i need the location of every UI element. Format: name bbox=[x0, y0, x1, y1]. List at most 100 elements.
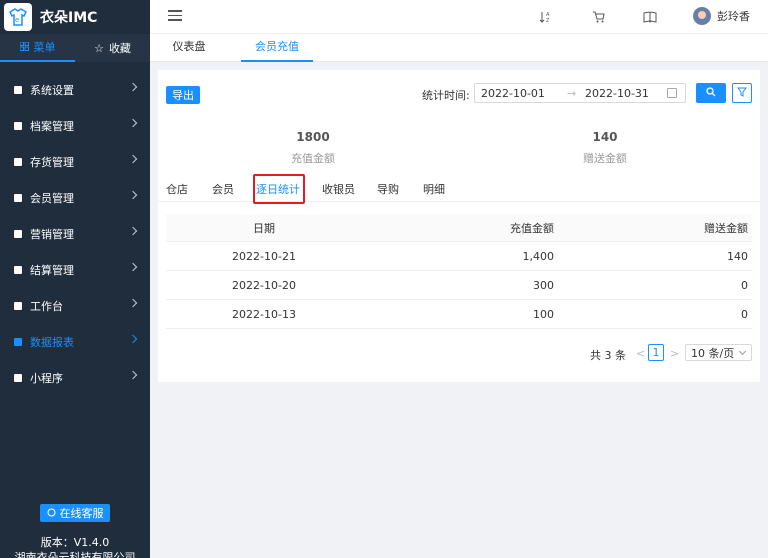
subtab-cashier[interactable]: 收银员 bbox=[322, 181, 355, 197]
online-service-button[interactable]: 在线客服 bbox=[40, 504, 110, 522]
date-range-label: 统计时间: bbox=[422, 89, 470, 102]
marketing-icon bbox=[14, 230, 22, 238]
column-header-date: 日期 bbox=[253, 221, 275, 235]
cell-bonus: 0 bbox=[741, 307, 748, 321]
online-service-label: 在线客服 bbox=[59, 507, 104, 520]
collapse-menu-icon[interactable] bbox=[168, 10, 182, 22]
cell-recharge: 300 bbox=[533, 278, 554, 292]
user-menu[interactable]: 彭玲香 bbox=[693, 7, 750, 25]
cell-date: 2022-10-20 bbox=[232, 278, 296, 292]
stat-recharge: 1800 充值金额 bbox=[238, 130, 388, 166]
tab-label: 仪表盘 bbox=[172, 40, 206, 53]
tab-label: 会员充值 bbox=[255, 40, 299, 53]
member-icon bbox=[14, 194, 22, 202]
sidebar-menu: 系统设置 档案管理 存货管理 会员管理 营销管理 结算管理 工作台 数据报表 小… bbox=[0, 72, 150, 396]
menu-item-label: 会员管理 bbox=[30, 192, 74, 205]
chevron-down-icon bbox=[738, 347, 747, 356]
start-date[interactable]: 2022-10-01 bbox=[481, 87, 545, 100]
workbench-icon bbox=[14, 302, 22, 310]
date-range-picker[interactable]: 2022-10-01 → 2022-10-31 bbox=[474, 83, 686, 103]
daily-stats-table: 日期 充值金额 赠送金额 2022-10-21 1,400 140 2022-1… bbox=[166, 214, 752, 329]
sort-az-icon[interactable]: AZ bbox=[538, 9, 554, 25]
search-icon bbox=[706, 86, 716, 100]
menu-item-archive[interactable]: 档案管理 bbox=[0, 108, 150, 144]
search-button[interactable] bbox=[696, 83, 726, 103]
table-row: 2022-10-21 1,400 140 bbox=[166, 242, 752, 271]
calendar-icon bbox=[667, 88, 677, 98]
tab-dashboard[interactable]: 仪表盘 bbox=[164, 34, 214, 62]
range-arrow-icon: → bbox=[567, 86, 577, 100]
settings-icon bbox=[14, 86, 22, 94]
menu-item-data-reports[interactable]: 数据报表 bbox=[0, 324, 150, 360]
side-tab-favorites[interactable]: ☆ 收藏 bbox=[75, 34, 150, 62]
subtab-detail[interactable]: 明细 bbox=[423, 181, 445, 197]
prev-page-button[interactable]: < bbox=[636, 347, 645, 360]
table-row: 2022-10-20 300 0 bbox=[166, 271, 752, 300]
star-icon: ☆ bbox=[94, 41, 104, 55]
tab-member-recharge[interactable]: 会员充值 bbox=[241, 34, 313, 62]
chevron-right-icon bbox=[128, 370, 138, 380]
report-subtabs: 仓店 会员 逐日统计 收银员 导购 明细 bbox=[158, 178, 760, 202]
filter-button[interactable] bbox=[732, 83, 752, 103]
stat-label: 赠送金额 bbox=[583, 152, 627, 165]
menu-item-label: 小程序 bbox=[30, 372, 63, 385]
stat-label: 充值金额 bbox=[291, 152, 335, 165]
cell-recharge: 1,400 bbox=[522, 249, 555, 263]
top-header: AZ 彭玲香 bbox=[150, 0, 768, 34]
page-tabs: 仪表盘 会员充值 bbox=[150, 34, 768, 62]
brand-name: 衣朵IMC bbox=[40, 10, 98, 26]
menu-item-marketing[interactable]: 营销管理 bbox=[0, 216, 150, 252]
subtab-guide[interactable]: 导购 bbox=[377, 181, 399, 197]
chevron-right-icon bbox=[128, 190, 138, 200]
menu-item-mini-program[interactable]: 小程序 bbox=[0, 360, 150, 396]
report-icon bbox=[14, 338, 22, 346]
subtab-store[interactable]: 仓店 bbox=[166, 181, 188, 197]
user-name: 彭玲香 bbox=[717, 10, 750, 23]
inventory-icon bbox=[14, 158, 22, 166]
cart-icon[interactable] bbox=[591, 9, 607, 25]
logo-icon: e bbox=[4, 3, 32, 31]
settlement-icon bbox=[14, 266, 22, 274]
cell-date: 2022-10-13 bbox=[232, 307, 296, 321]
stat-value: 140 bbox=[592, 130, 618, 144]
menu-item-inventory[interactable]: 存货管理 bbox=[0, 144, 150, 180]
cell-recharge: 100 bbox=[533, 307, 554, 321]
chevron-right-icon bbox=[128, 226, 138, 236]
grid-icon bbox=[19, 41, 29, 54]
page-size-select[interactable]: 10 条/页 bbox=[685, 344, 752, 361]
svg-text:Z: Z bbox=[546, 18, 550, 24]
side-tab-menu[interactable]: 菜单 bbox=[0, 34, 75, 62]
sidebar: e 衣朵IMC 菜单 ☆ 收藏 系统设置 档案管理 存货管理 会员管理 营销管理… bbox=[0, 0, 150, 558]
menu-item-label: 系统设置 bbox=[30, 84, 74, 97]
menu-item-label: 工作台 bbox=[30, 300, 63, 313]
next-page-button[interactable]: > bbox=[670, 347, 679, 360]
menu-item-workbench[interactable]: 工作台 bbox=[0, 288, 150, 324]
pagination-total: 共 3 条 bbox=[590, 349, 626, 362]
cell-bonus: 0 bbox=[741, 278, 748, 292]
side-tab-label: 菜单 bbox=[33, 41, 56, 54]
end-date[interactable]: 2022-10-31 bbox=[585, 87, 649, 100]
book-icon[interactable] bbox=[642, 9, 658, 25]
stat-bonus: 140 赠送金额 bbox=[530, 130, 680, 166]
subtab-member[interactable]: 会员 bbox=[212, 181, 234, 197]
menu-item-label: 档案管理 bbox=[30, 120, 74, 133]
menu-item-label: 营销管理 bbox=[30, 228, 74, 241]
chevron-right-icon bbox=[128, 82, 138, 92]
export-button[interactable]: 导出 bbox=[166, 86, 200, 104]
menu-item-label: 存货管理 bbox=[30, 156, 74, 169]
menu-item-members[interactable]: 会员管理 bbox=[0, 180, 150, 216]
menu-item-label: 结算管理 bbox=[30, 264, 74, 277]
column-header-recharge: 充值金额 bbox=[510, 221, 554, 235]
menu-item-system-settings[interactable]: 系统设置 bbox=[0, 72, 150, 108]
svg-text:e: e bbox=[15, 16, 19, 24]
chevron-right-icon bbox=[128, 262, 138, 272]
menu-item-settlement[interactable]: 结算管理 bbox=[0, 252, 150, 288]
cell-date: 2022-10-21 bbox=[232, 249, 296, 263]
side-tab-label: 收藏 bbox=[108, 42, 131, 55]
page-1-button[interactable]: 1 bbox=[648, 344, 664, 361]
highlight-box bbox=[253, 174, 305, 204]
filter-icon bbox=[737, 87, 747, 100]
version-text: 版本：V1.4.0 bbox=[40, 536, 110, 549]
cell-bonus: 140 bbox=[727, 249, 748, 263]
archive-icon bbox=[14, 122, 22, 130]
